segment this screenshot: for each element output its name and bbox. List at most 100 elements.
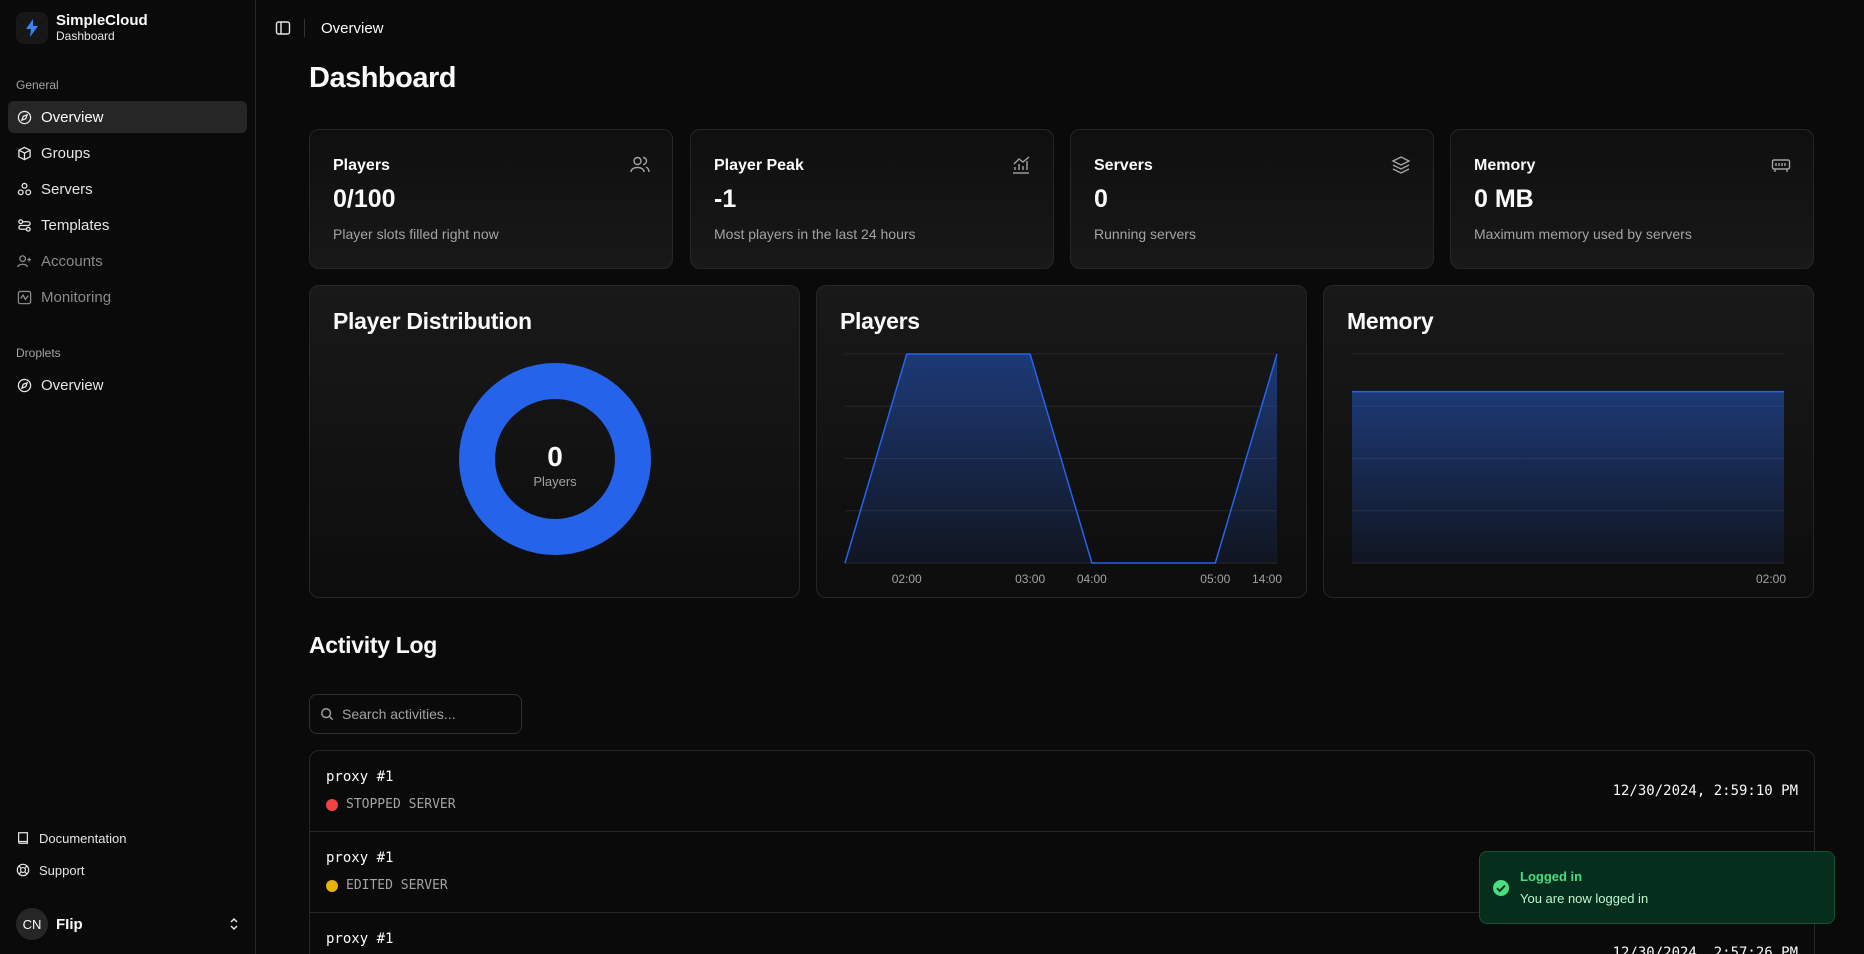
list-item[interactable]: proxy #1 STOPPED SERVER 12/30/2024, 2:59…	[310, 751, 1814, 832]
sidebar-item-monitoring[interactable]: Monitoring	[8, 281, 247, 313]
memory-chart-card: Memory 02:00	[1323, 285, 1814, 598]
activity-name: proxy #1	[326, 850, 394, 866]
topbar: Overview	[257, 0, 1864, 56]
status-dot	[326, 879, 338, 892]
donut-center-value: 0	[547, 441, 563, 472]
search-input[interactable]	[342, 706, 512, 722]
stat-description: Maximum memory used by servers	[1474, 226, 1692, 242]
chevrons-up-down-icon	[230, 917, 238, 931]
chart-line-icon	[1013, 156, 1030, 174]
brand[interactable]: SimpleCloud Dashboard	[16, 12, 148, 44]
user-icon	[17, 254, 32, 267]
sidebar-item-label: Overview	[41, 108, 104, 126]
activity-name: proxy #1	[326, 769, 394, 785]
divider	[304, 19, 305, 37]
check-circle-icon	[1493, 880, 1509, 896]
user-name: FIip	[56, 915, 83, 933]
memory-icon	[1771, 159, 1791, 172]
status-dot	[326, 798, 338, 811]
stat-value: 0/100	[333, 185, 396, 213]
sidebar-item-label: Overview	[41, 376, 104, 394]
cluster-icon	[17, 182, 32, 195]
sidebar-item-overview[interactable]: Overview	[8, 101, 247, 133]
sidebar-item-label: Servers	[41, 180, 93, 198]
x-tick-label: 03:00	[1015, 572, 1045, 586]
compass-icon	[17, 110, 32, 124]
stat-card-servers: Servers 0 Running servers	[1070, 129, 1434, 269]
activity-status-text: EDITED SERVER	[346, 878, 448, 893]
stat-card-player-peak: Player Peak -1 Most players in the last …	[690, 129, 1054, 269]
search-icon	[321, 708, 334, 721]
donut-center-label: Players	[533, 474, 577, 489]
stat-card-memory: Memory 0 MB Maximum memory used by serve…	[1450, 129, 1814, 269]
sidebar-item-label: Accounts	[41, 252, 103, 270]
sidebar-toggle-button[interactable]	[273, 18, 293, 38]
breadcrumb: Overview	[321, 20, 384, 37]
stat-value: 0 MB	[1474, 185, 1534, 213]
stat-description: Player slots filled right now	[333, 226, 499, 242]
support-link[interactable]: Support	[8, 856, 247, 884]
lifebuoy-icon	[16, 863, 30, 877]
activity-name: proxy #1	[326, 931, 394, 947]
x-axis-ticks: 02:00	[1756, 572, 1786, 586]
activity-time: 12/30/2024, 2:57:26 PM	[1612, 945, 1798, 954]
stat-card-players: Players 0/100 Player slots filled right …	[309, 129, 673, 269]
toast-notification[interactable]: Logged in You are now logged in	[1479, 851, 1835, 924]
box-icon	[18, 146, 31, 160]
stat-value: -1	[714, 185, 737, 213]
x-tick-label: 14:00	[1252, 572, 1282, 586]
sidebar-item-accounts[interactable]: Accounts	[8, 245, 247, 277]
x-tick-label: 02:00	[1756, 572, 1786, 586]
user-menu[interactable]: CN FIip	[16, 908, 240, 940]
stat-value: 0	[1094, 185, 1108, 213]
brand-name: SimpleCloud	[56, 12, 148, 29]
sidebar-item-templates[interactable]: Templates	[8, 209, 247, 241]
x-tick-label: 02:00	[892, 572, 922, 586]
activity-log-title: Activity Log	[309, 632, 438, 658]
documentation-label: Documentation	[39, 830, 127, 846]
users-icon	[630, 156, 650, 173]
x-tick-label: 04:00	[1077, 572, 1107, 586]
template-icon	[18, 218, 31, 232]
stat-label: Memory	[1474, 157, 1536, 174]
sidebar: SimpleCloud Dashboard General Overview G…	[0, 0, 256, 954]
sidebar-item-label: Templates	[41, 216, 110, 234]
book-icon	[18, 832, 28, 844]
group-label-droplets: Droplets	[16, 346, 61, 360]
avatar: CN	[16, 908, 48, 940]
layers-icon	[1391, 156, 1411, 174]
sidebar-item-label: Groups	[41, 144, 91, 162]
player-distribution-card: Player Distribution 0 Players	[309, 285, 800, 598]
toast-message: You are now logged in	[1520, 891, 1649, 906]
documentation-link[interactable]: Documentation	[8, 824, 247, 852]
sidebar-item-groups[interactable]: Groups	[8, 137, 247, 169]
activity-status: EDITED SERVER	[326, 878, 448, 893]
toast-title: Logged in	[1520, 869, 1583, 884]
players-area-chart: 02:00 03:00 04:00 05:00 14:00	[844, 353, 1283, 586]
stat-description: Most players in the last 24 hours	[714, 226, 916, 242]
brand-subtitle: Dashboard	[56, 29, 115, 43]
memory-area	[1352, 391, 1784, 563]
monitoring-icon	[17, 290, 32, 304]
activity-time: 12/30/2024, 2:59:10 PM	[1612, 783, 1798, 799]
compass-icon	[17, 378, 32, 392]
memory-area-chart: 02:00	[1352, 353, 1786, 586]
support-label: Support	[39, 862, 85, 878]
x-axis-ticks: 02:00 03:00 04:00 05:00 14:00	[892, 572, 1283, 586]
sidebar-toggle-icon	[275, 21, 291, 35]
donut-chart: 0 Players	[459, 363, 651, 555]
sidebar-item-label: Monitoring	[41, 288, 112, 306]
stat-description: Running servers	[1094, 226, 1196, 242]
lightning-icon	[16, 12, 48, 44]
stat-label: Player Peak	[714, 157, 804, 174]
activity-search[interactable]	[309, 694, 522, 734]
activity-status-text: STOPPED SERVER	[346, 797, 456, 812]
players-chart-card: Players 02:00 03:00 04:00 05:00 14:00	[816, 285, 1307, 598]
sidebar-item-droplets-overview[interactable]: Overview	[8, 369, 247, 401]
stat-label: Servers	[1094, 157, 1153, 174]
sidebar-item-servers[interactable]: Servers	[8, 173, 247, 205]
page-title: Dashboard	[309, 62, 456, 94]
x-tick-label: 05:00	[1200, 572, 1230, 586]
group-label-general: General	[16, 78, 59, 92]
stat-label: Players	[333, 157, 390, 174]
